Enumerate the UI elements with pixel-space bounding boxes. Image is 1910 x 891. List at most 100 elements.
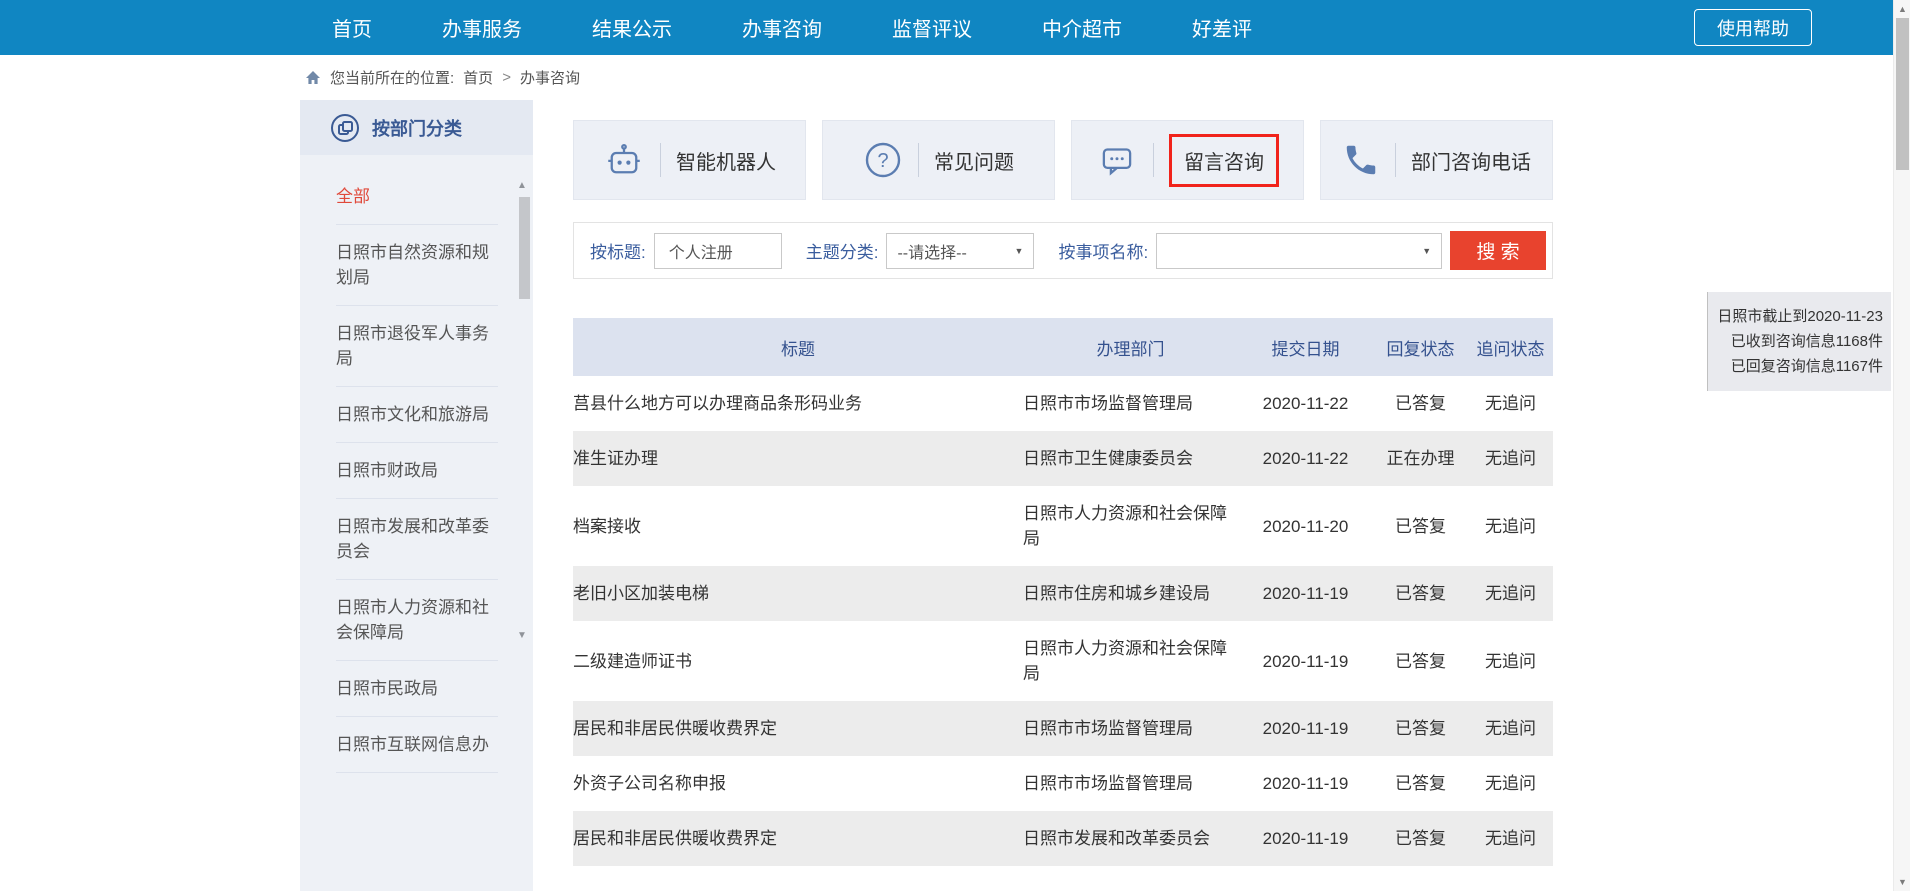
cell-title[interactable]: 档案接收: [573, 486, 1023, 566]
svg-text:?: ?: [877, 150, 888, 172]
category-select[interactable]: --请选择-- ▼: [886, 233, 1034, 269]
sidebar-item-department[interactable]: 日照市财政局: [336, 443, 498, 499]
sidebar-item-department[interactable]: 日照市发展和改革委员会: [336, 499, 498, 580]
category-select-value: --请选择--: [897, 239, 966, 263]
col-header-follow: 追问状态: [1468, 318, 1553, 376]
table-row[interactable]: 档案接收 日照市人力资源和社会保障局 2020-11-20 已答复 无追问: [573, 486, 1553, 566]
scroll-down-icon[interactable]: ▼: [1894, 877, 1910, 887]
table-row[interactable]: 居民和非居民供暖收费界定 日照市发展和改革委员会 2020-11-19 已答复 …: [573, 811, 1553, 866]
cell-date: 2020-11-19: [1238, 566, 1373, 621]
breadcrumb-separator: >: [502, 69, 511, 86]
cell-title[interactable]: 居民和非居民供暖收费界定: [573, 811, 1023, 866]
department-list: 全部日照市自然资源和规划局日照市退役军人事务局日照市文化和旅游局日照市财政局日照…: [300, 169, 533, 773]
chevron-down-icon: ▼: [1015, 246, 1024, 256]
tab-label: 智能机器人: [676, 146, 776, 175]
sidebar-header: 按部门分类: [300, 100, 533, 155]
sidebar-scroll-down-icon[interactable]: ▼: [517, 630, 527, 641]
main-content: 智能机器人 ? 常见问题: [573, 120, 1553, 200]
cell-reply-status: 已答复: [1373, 566, 1468, 621]
tab-label: 部门咨询电话: [1411, 146, 1531, 175]
table-row[interactable]: 准生证办理 日照市卫生健康委员会 2020-11-22 正在办理 无追问: [573, 431, 1553, 486]
nav-item[interactable]: 监督评议: [892, 13, 972, 42]
main-nav: 首页 办事服务 结果公示 办事咨询 监督评议 中介超市 好差评: [332, 0, 1910, 55]
tab-faq[interactable]: ? 常见问题: [822, 120, 1055, 200]
cell-followup-status: 无追问: [1468, 621, 1553, 701]
cell-date: 2020-11-19: [1238, 621, 1373, 701]
tab-smart-robot[interactable]: 智能机器人: [573, 120, 806, 200]
divider: [660, 143, 661, 177]
cell-title[interactable]: 莒县什么地方可以办理商品条形码业务: [573, 376, 1023, 431]
sidebar-item-department[interactable]: 日照市民政局: [336, 661, 498, 717]
nav-item[interactable]: 办事咨询: [742, 13, 822, 42]
cell-reply-status: 已答复: [1373, 701, 1468, 756]
table-row[interactable]: 外资子公司名称申报 日照市市场监督管理局 2020-11-19 已答复 无追问: [573, 756, 1553, 811]
nav-item[interactable]: 首页: [332, 13, 372, 42]
nav-item[interactable]: 好差评: [1192, 13, 1252, 42]
tab-department-phone[interactable]: 部门咨询电话: [1320, 120, 1553, 200]
category-filter-label: 主题分类:: [806, 238, 879, 263]
stats-line: 已回复咨询信息1167件: [1708, 354, 1883, 379]
col-header-reply: 回复状态: [1373, 318, 1468, 376]
cell-title[interactable]: 外资子公司名称申报: [573, 756, 1023, 811]
cell-reply-status: 已答复: [1373, 486, 1468, 566]
cell-title[interactable]: 二级建造师证书: [573, 621, 1023, 701]
sidebar-scroll-up-icon[interactable]: ▲: [517, 180, 527, 191]
consultation-stats-tooltip: 日照市截止到2020-11-23已收到咨询信息1168件已回复咨询信息1167件: [1707, 292, 1891, 391]
page-scrollbar-thumb[interactable]: [1896, 18, 1909, 170]
col-header-title: 标题: [573, 318, 1023, 376]
nav-item[interactable]: 结果公示: [592, 13, 672, 42]
divider: [1153, 143, 1154, 177]
breadcrumb-home-link[interactable]: 首页: [463, 67, 493, 88]
cell-date: 2020-11-19: [1238, 756, 1373, 811]
search-filter-bar: 按标题: 主题分类: --请选择-- ▼ 按事项名称: ▼ 搜 索: [573, 222, 1553, 279]
cell-followup-status: 无追问: [1468, 811, 1553, 866]
divider: [918, 143, 919, 177]
title-search-input[interactable]: [654, 233, 782, 269]
sidebar-item-department[interactable]: 日照市退役军人事务局: [336, 306, 498, 387]
table-row[interactable]: 居民和非居民供暖收费界定 日照市市场监督管理局 2020-11-19 已答复 无…: [573, 701, 1553, 756]
sidebar-title: 按部门分类: [372, 115, 462, 141]
tab-message-consult[interactable]: 留言咨询: [1071, 120, 1304, 200]
item-name-select[interactable]: ▼: [1156, 233, 1442, 269]
cell-reply-status: 已答复: [1373, 376, 1468, 431]
col-header-dept: 办理部门: [1023, 318, 1238, 376]
sidebar-item-department[interactable]: 日照市互联网信息办: [336, 717, 498, 773]
table-row[interactable]: 莒县什么地方可以办理商品条形码业务 日照市市场监督管理局 2020-11-22 …: [573, 376, 1553, 431]
cell-date: 2020-11-22: [1238, 376, 1373, 431]
sidebar-item-department[interactable]: 日照市人力资源和社会保障局: [336, 580, 498, 661]
nav-item[interactable]: 办事服务: [442, 13, 522, 42]
department-sidebar: 按部门分类 全部日照市自然资源和规划局日照市退役军人事务局日照市文化和旅游局日照…: [300, 100, 533, 891]
scroll-up-icon[interactable]: ▲: [1894, 4, 1910, 14]
search-button[interactable]: 搜 索: [1450, 231, 1546, 270]
cell-date: 2020-11-19: [1238, 811, 1373, 866]
nav-item[interactable]: 中介超市: [1042, 13, 1122, 42]
sidebar-item-department[interactable]: 日照市自然资源和规划局: [336, 225, 498, 306]
sidebar-item-department[interactable]: 日照市文化和旅游局: [336, 387, 498, 443]
divider: [1395, 143, 1396, 177]
table-header-row: 标题 办理部门 提交日期 回复状态 追问状态: [573, 318, 1553, 376]
col-header-date: 提交日期: [1238, 318, 1373, 376]
cell-department: 日照市市场监督管理局: [1023, 376, 1238, 431]
help-button[interactable]: 使用帮助: [1694, 9, 1812, 46]
sidebar-scrollbar-thumb[interactable]: [519, 197, 530, 299]
cell-reply-status: 已答复: [1373, 621, 1468, 701]
cell-followup-status: 无追问: [1468, 486, 1553, 566]
cell-department: 日照市人力资源和社会保障局: [1023, 621, 1238, 701]
sidebar-item-department[interactable]: 全部: [336, 169, 498, 225]
cell-department: 日照市市场监督管理局: [1023, 756, 1238, 811]
table-row[interactable]: 老旧小区加装电梯 日照市住房和城乡建设局 2020-11-19 已答复 无追问: [573, 566, 1553, 621]
cell-department: 日照市人力资源和社会保障局: [1023, 486, 1238, 566]
consultation-table: 标题 办理部门 提交日期 回复状态 追问状态 莒县什么地方可以办理商品条形码业务…: [573, 318, 1553, 866]
tab-label: 常见问题: [934, 146, 1014, 175]
page-scrollbar[interactable]: ▲ ▼: [1893, 0, 1910, 891]
cell-title[interactable]: 老旧小区加装电梯: [573, 566, 1023, 621]
cell-followup-status: 无追问: [1468, 376, 1553, 431]
cell-department: 日照市住房和城乡建设局: [1023, 566, 1238, 621]
home-icon: [305, 70, 321, 85]
cell-title[interactable]: 居民和非居民供暖收费界定: [573, 701, 1023, 756]
question-icon: ?: [863, 140, 903, 180]
breadcrumb: 您当前所在的位置: 首页 > 办事咨询: [305, 55, 580, 100]
table-row[interactable]: 二级建造师证书 日照市人力资源和社会保障局 2020-11-19 已答复 无追问: [573, 621, 1553, 701]
category-icon: [330, 113, 360, 143]
cell-title[interactable]: 准生证办理: [573, 431, 1023, 486]
